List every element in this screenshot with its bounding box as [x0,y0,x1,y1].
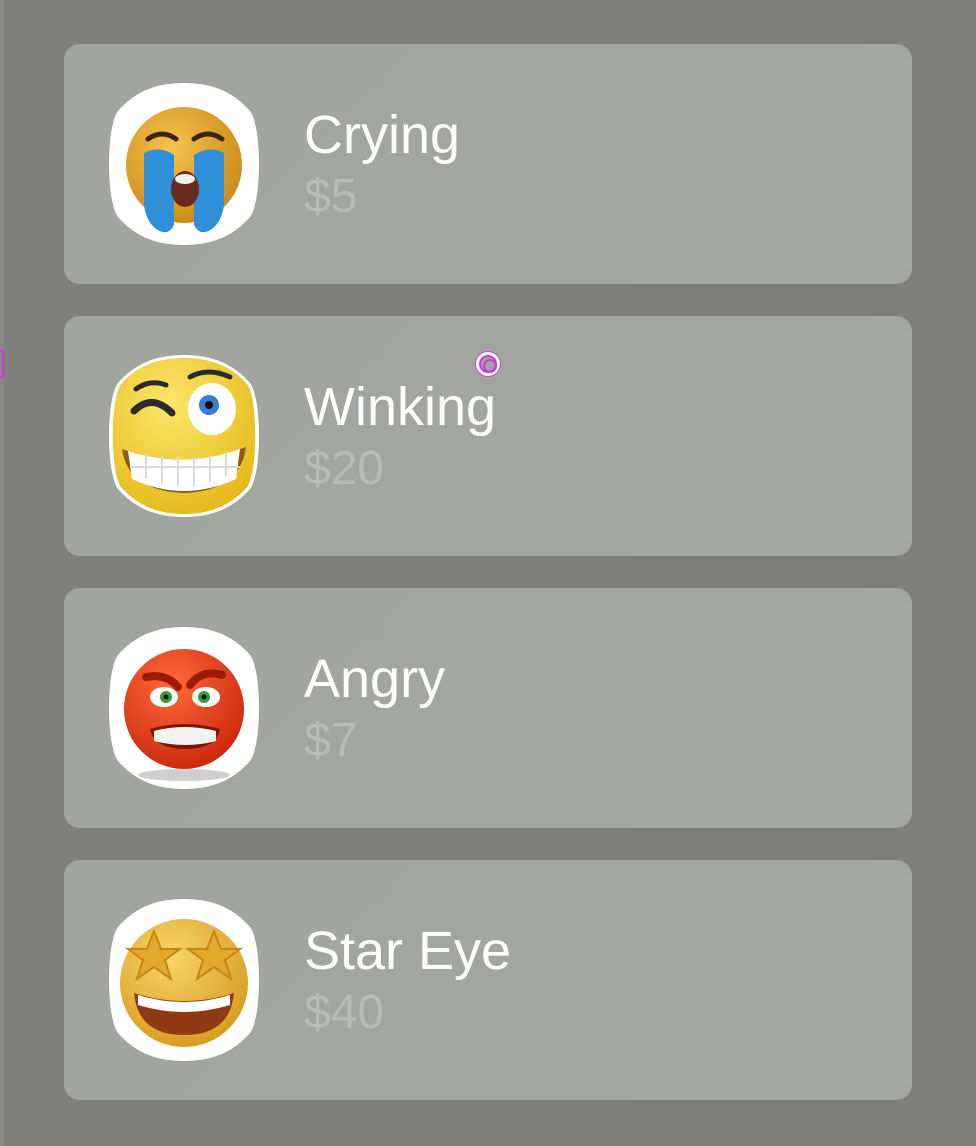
winking-face-icon [109,355,259,517]
product-name: Crying [304,105,461,165]
product-price: $20 [304,442,385,495]
crying-face-icon [109,83,259,245]
product-price: $40 [304,986,385,1039]
angry-face-icon [109,627,259,789]
product-name: Angry [304,649,446,709]
product-price: $5 [304,170,358,223]
product-card-angry[interactable]: Angry $7 [64,588,912,828]
selection-marker [0,350,4,378]
product-list: Crying $5 Winking $20 Angry $7 Star Eye … [64,44,912,1132]
star-eyes-face-icon [109,899,259,1061]
product-price: $7 [304,714,358,767]
product-name: Winking [304,377,497,437]
touch-cursor-indicator [476,352,500,376]
product-name: Star Eye [304,921,512,981]
product-card-crying[interactable]: Crying $5 [64,44,912,284]
product-card-star-eye[interactable]: Star Eye $40 [64,860,912,1100]
left-edge-strip [0,0,4,1146]
